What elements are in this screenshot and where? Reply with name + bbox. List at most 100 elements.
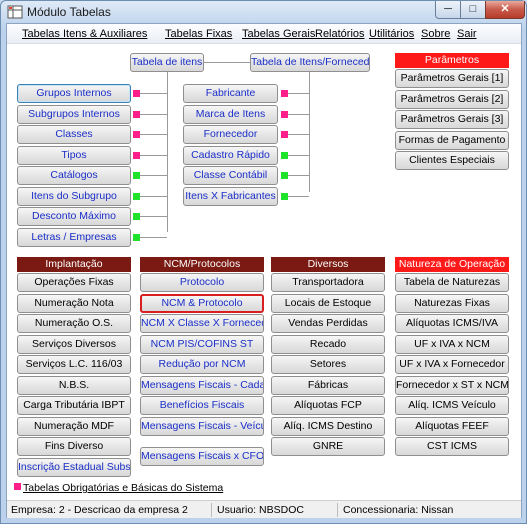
tree-left-item[interactable]: Itens do Subgrupo [17,186,131,206]
implantacao-item[interactable]: Numeração O.S. [17,314,131,333]
implantacao-item[interactable]: Fins Diverso [17,437,131,456]
diversos-item[interactable]: Fábricas [271,375,385,395]
connector [288,93,309,94]
required-marker [133,233,140,241]
menu-sobre[interactable]: Sobre [421,28,450,40]
diversos-item[interactable]: Transportadora [271,273,385,292]
natureza-item[interactable]: UF x IVA x NCM [395,334,509,354]
natureza-item[interactable]: CST ICMS [395,437,509,456]
window-title: Módulo Tabelas [27,5,111,19]
tree-left-item[interactable]: Grupos Internos [17,84,131,103]
connector [288,113,309,115]
tabela-de-itens-button[interactable]: Tabela de itens [130,53,204,72]
menu-bar: Tabelas Itens & Auxiliares Tabelas Fixas… [7,24,521,44]
minimize-button[interactable]: ─ [435,1,461,19]
title-bar[interactable]: Módulo Tabelas ─ □ ✕ [1,1,526,23]
connector [140,93,167,94]
diversos-item[interactable]: Vendas Perdidas [271,314,385,333]
status-bar: Empresa: 2 - Descricao da empresa 2 Usua… [7,500,521,518]
ncm-item[interactable]: NCM & Protocolo [140,293,264,313]
tree-right-item[interactable]: Marca de Itens [183,104,278,124]
tree-left-item[interactable]: Letras / Empresas [17,227,131,247]
ncm-item[interactable]: NCM PIS/COFINS ST [140,334,264,354]
implantacao-item[interactable]: Serviços L.C. 116/03 [17,355,131,374]
diversos-item[interactable]: Locais de Estoque [271,293,385,313]
status-usuario: Usuario: NBSDOC [217,504,304,516]
required-marker [133,192,140,200]
implantacao-item[interactable]: Numeração MDF [17,416,131,436]
parametros-item[interactable]: Parâmetros Gerais [2] [395,89,509,109]
app-icon [7,5,23,19]
required-marker [281,192,288,200]
tree-right-item[interactable]: Fabricante [183,84,278,103]
tree-left-item[interactable]: Catálogos [17,166,131,185]
ncm-item[interactable]: Protocolo [140,273,264,292]
menu-relatorios[interactable]: Relatórios [315,28,365,40]
parametros-item[interactable]: Parâmetros Gerais [3] [395,110,509,129]
parametros-item[interactable]: Clientes Especiais [395,151,509,170]
required-marker [133,151,140,159]
connector [140,113,167,115]
connector [140,154,167,156]
diversos-item[interactable]: GNRE [271,437,385,456]
implantacao-item[interactable]: N.B.S. [17,375,131,395]
legend-text[interactable]: Tabelas Obrigatórias e Básicas do Sistem… [23,482,223,494]
natureza-item[interactable]: Alíquotas ICMS/IVA [395,314,509,333]
required-marker [133,213,140,220]
menu-sair[interactable]: Sair [457,28,477,40]
tree-right-item[interactable]: Cadastro Rápido [183,145,278,165]
ncm-item[interactable]: Redução por NCM [140,355,264,374]
natureza-item[interactable]: Tabela de Naturezas [395,273,509,292]
implantacao-item[interactable]: Numeração Nota [17,293,131,313]
connector [309,72,310,192]
tree-left-item[interactable]: Subgrupos Internos [17,104,131,124]
implantacao-header: Implantação [17,257,131,272]
required-marker [281,110,288,118]
natureza-header: Natureza de Operação [395,257,509,272]
parametros-item[interactable]: Parâmetros Gerais [1] [395,69,509,88]
natureza-item[interactable]: Alíq. ICMS Veículo [395,396,509,415]
required-marker [281,151,288,159]
ncm-item[interactable]: Mensagens Fiscais - Veículos [140,416,264,436]
close-button[interactable]: ✕ [485,1,525,19]
natureza-item[interactable]: Fornecedor x ST x NCM [395,375,509,395]
menu-tabelas-fixas[interactable]: Tabelas Fixas [165,28,232,40]
tree-right-item[interactable]: Classe Contábil [183,166,278,185]
status-separator [337,503,338,517]
diversos-item[interactable]: Recado [271,334,385,354]
tree-right-item[interactable]: Itens X Fabricantes [183,186,278,206]
maximize-button[interactable]: □ [460,1,486,19]
connector [167,72,168,232]
required-marker [133,172,140,179]
tree-left-item[interactable]: Tipos [17,145,131,165]
ncm-item[interactable]: Mensagens Fiscais - Cadastro [140,375,264,395]
tabela-itens-fornecedor-button[interactable]: Tabela de Itens/Fornecedor [250,53,370,72]
natureza-item[interactable]: Naturezas Fixas [395,293,509,313]
tree-left-item[interactable]: Classes [17,125,131,144]
parametros-header: Parâmetros [395,53,509,68]
ncm-item[interactable]: Benefícios Fiscais [140,396,264,415]
implantacao-item[interactable]: Operações Fixas [17,273,131,292]
diversos-item[interactable]: Setores [271,355,385,374]
ncm-item[interactable]: Mensagens Fiscais x CFOP [140,447,264,466]
ncm-item[interactable]: NCM X Classe X Fornecedor [140,314,264,333]
menu-utilitarios[interactable]: Utilitários [369,28,414,40]
natureza-item[interactable]: UF x IVA x Fornecedor [395,355,509,374]
tree-left-item[interactable]: Desconto Máximo [17,207,131,226]
connector [140,175,167,176]
implantacao-item[interactable]: Serviços Diversos [17,334,131,354]
status-separator [211,503,212,517]
natureza-item[interactable]: Alíquotas FEEF [395,416,509,436]
connector [140,195,167,197]
tree-right-item[interactable]: Fornecedor [183,125,278,144]
implantacao-item[interactable]: Carga Tributária IBPT [17,396,131,415]
required-marker [133,90,140,97]
menu-tabelas-itens[interactable]: Tabelas Itens & Auxiliares [22,28,147,40]
required-marker [281,90,288,97]
diversos-item[interactable]: Alíquotas FCP [271,396,385,415]
diversos-item[interactable]: Alíq. ICMS Destino [271,416,385,436]
parametros-item[interactable]: Formas de Pagamento [395,130,509,150]
implantacao-item[interactable]: Inscrição Estadual Subst. [17,457,131,477]
menu-tabelas-gerais[interactable]: Tabelas Gerais [242,28,315,40]
legend-swatch [14,483,21,490]
